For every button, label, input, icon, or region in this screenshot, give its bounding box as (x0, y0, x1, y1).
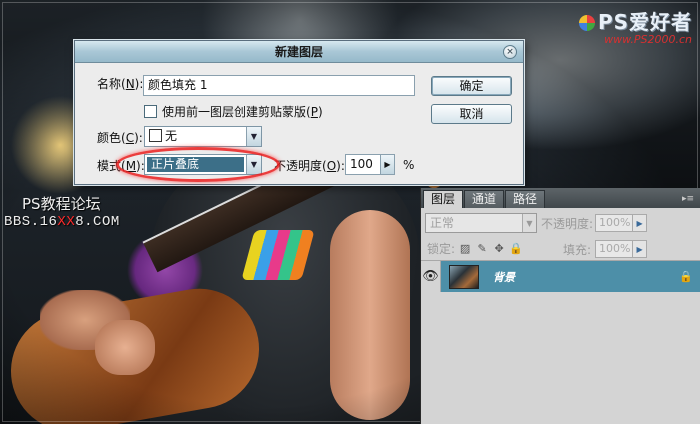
lock-row: 锁定: ▨ ✎ ✥ 🔒 (427, 240, 527, 257)
color-select[interactable]: 无 ▼ (144, 126, 262, 147)
tab-layers[interactable]: 图层 (423, 190, 464, 208)
close-icon[interactable]: × (503, 45, 517, 59)
color-row: 颜色(C): (97, 129, 143, 146)
opacity-row: 不透明度(O): (274, 157, 345, 174)
panel-menu-icon[interactable]: ▸≡ (682, 194, 694, 204)
name-row: 名称(N): (97, 75, 143, 92)
fill-row: 填充: 100% ▶ (563, 240, 648, 258)
name-label: 名称(N): (97, 77, 144, 91)
layer-opacity-label: 不透明度: (541, 216, 594, 231)
site-name: PS爱好者 (597, 10, 692, 34)
color-swatch (149, 129, 162, 142)
site-watermark: PS爱好者 www.PS2000.cn (578, 6, 692, 46)
mode-highlight-ring (116, 147, 280, 182)
layer-name: 背景 (493, 270, 515, 284)
cancel-button[interactable]: 取消 (431, 104, 512, 124)
layers-panel: 图层 通道 路径 ▸≡ 正常 ▼ 不透明度: 100% ▶ 锁定: ▨ ✎ ✥ … (420, 188, 700, 424)
lock-transparent-icon[interactable]: ▨ (459, 242, 471, 255)
forum-url: BBS.16XX8.COM (4, 214, 120, 230)
blend-mode-value: 正常 (430, 216, 455, 230)
clip-mask-option[interactable]: 使用前一图层创建剪贴蒙版(P) (144, 103, 323, 120)
blend-mode-select[interactable]: 正常 ▼ (425, 213, 537, 233)
tab-paths[interactable]: 路径 (505, 190, 546, 208)
layer-opacity-row: 不透明度: 100% ▶ (541, 214, 648, 232)
visibility-eye-icon[interactable]: 👁 (421, 261, 441, 292)
color-value: 无 (165, 129, 178, 143)
chevron-right-icon[interactable]: ▶ (633, 214, 648, 232)
chevron-down-icon[interactable]: ▼ (246, 127, 261, 146)
chevron-right-icon[interactable]: ▶ (381, 154, 395, 175)
ok-button[interactable]: 确定 (431, 76, 512, 96)
fill-input[interactable]: 100% (595, 240, 634, 258)
layer-lock-icon: 🔒 (679, 270, 693, 283)
dialog-title-bar: 新建图层 × (75, 41, 523, 63)
lock-move-icon[interactable]: ✥ (493, 242, 505, 255)
tab-channels[interactable]: 通道 (464, 190, 505, 208)
lock-all-icon[interactable]: 🔒 (509, 242, 523, 255)
site-logo-icon (578, 15, 595, 31)
clip-mask-label: 使用前一图层创建剪贴蒙版(P) (162, 105, 323, 119)
lock-paint-icon[interactable]: ✎ (476, 242, 488, 255)
forum-name: PS教程论坛 (22, 195, 101, 213)
chevron-right-icon[interactable]: ▶ (633, 240, 648, 258)
layer-row-background[interactable]: 👁 背景 🔒 (421, 261, 700, 292)
opacity-input[interactable]: 100 (345, 154, 381, 175)
clip-mask-checkbox[interactable] (144, 105, 157, 118)
opacity-label: 不透明度(O): (274, 159, 345, 173)
dialog-title: 新建图层 (274, 45, 323, 59)
panel-tab-bar: 图层 通道 路径 ▸≡ (421, 188, 700, 208)
color-label: 颜色(C): (97, 131, 143, 145)
opacity-control: 100 ▶ % (345, 154, 414, 175)
lock-label: 锁定: (427, 242, 456, 256)
fill-label: 填充: (563, 242, 592, 257)
opacity-unit: % (403, 157, 415, 172)
name-input[interactable]: 颜色填充 1 (143, 75, 415, 96)
layer-thumbnail (449, 264, 479, 289)
chevron-down-icon[interactable]: ▼ (522, 214, 536, 232)
layer-opacity-input[interactable]: 100% (595, 214, 634, 232)
